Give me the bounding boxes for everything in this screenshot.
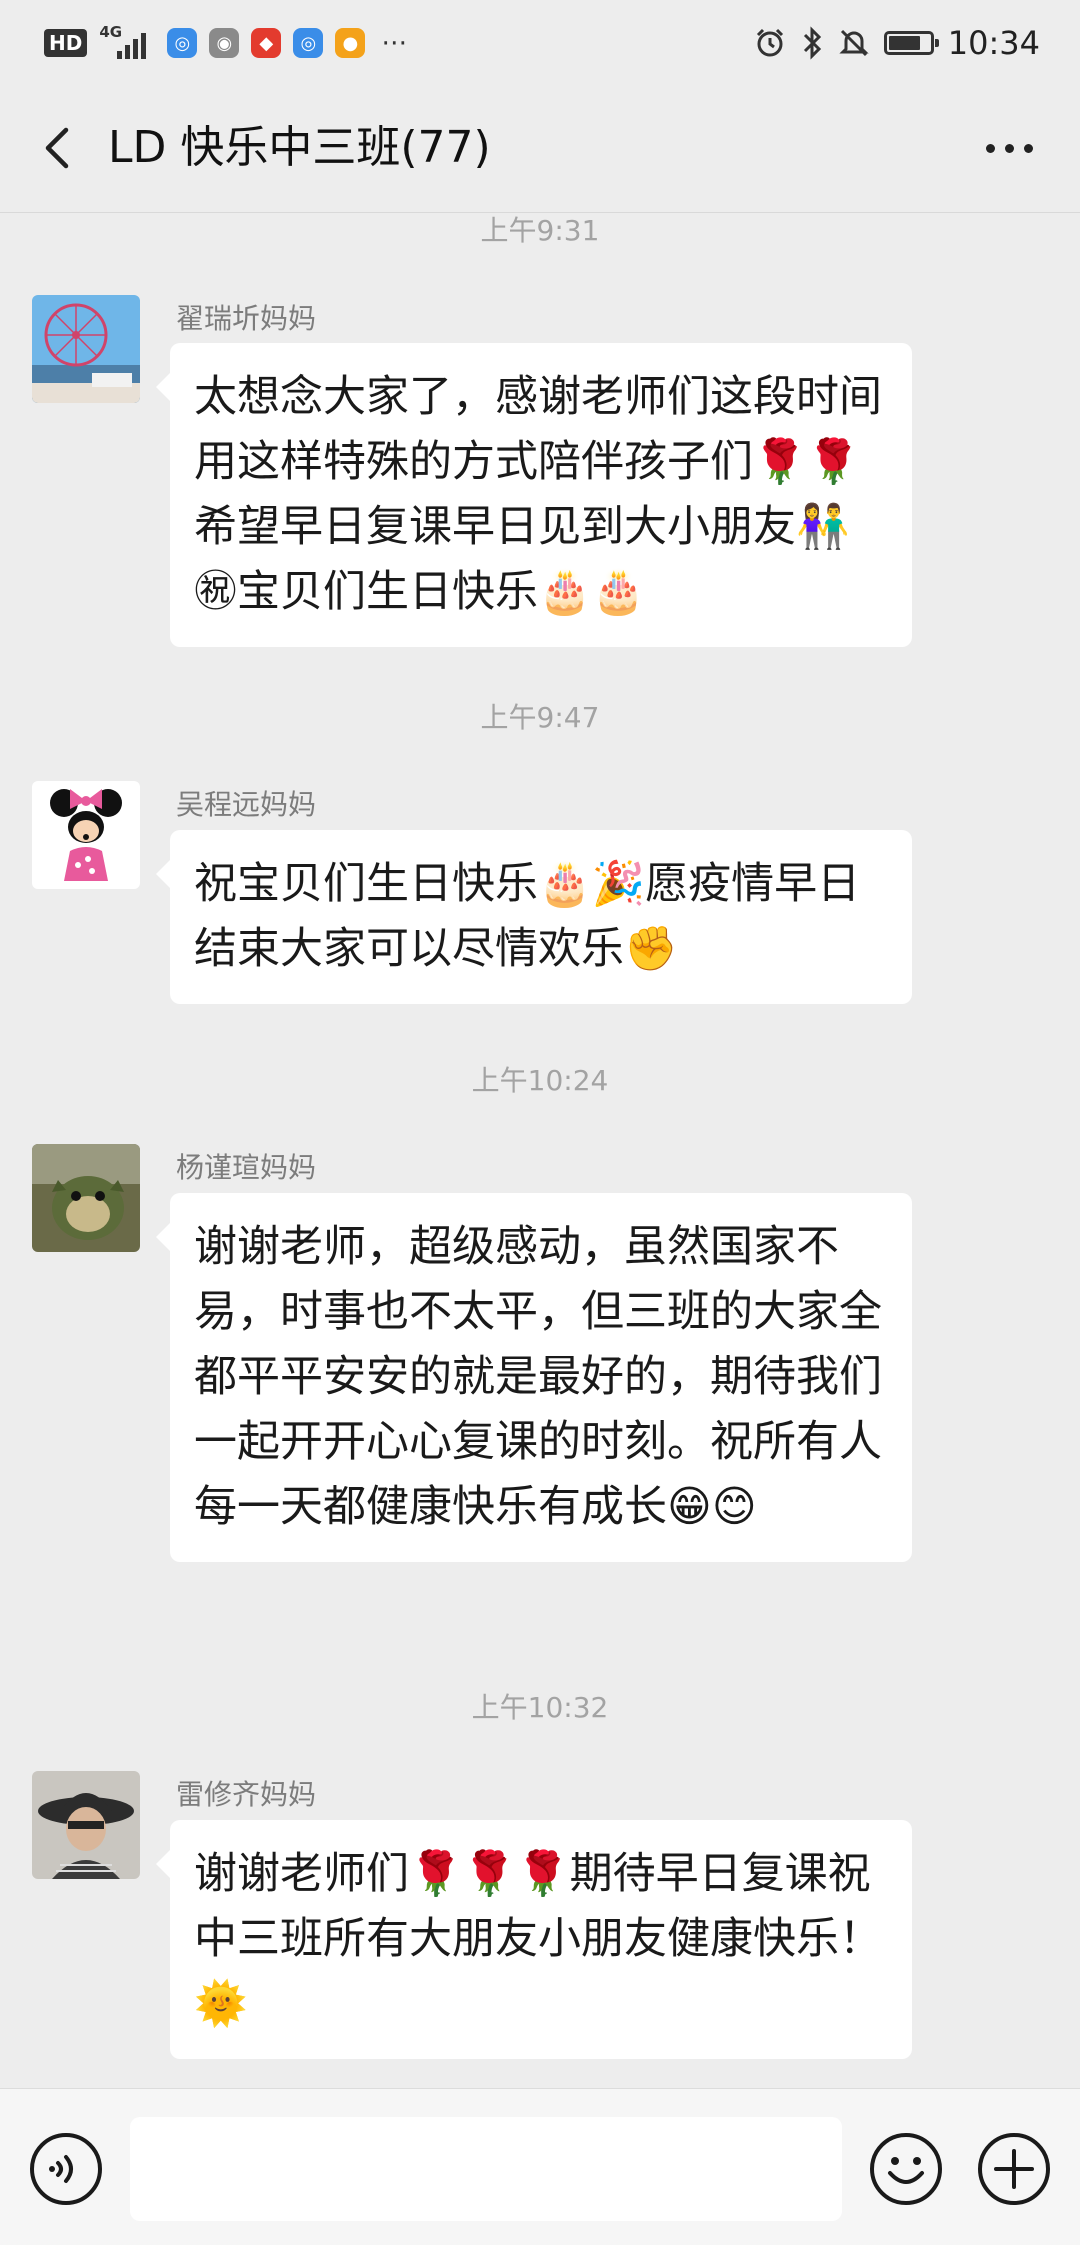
- more-dot: [1004, 143, 1014, 153]
- chat-title: LD 快乐中三班(77): [108, 122, 491, 173]
- timestamp: 上午10:24: [471, 1064, 609, 1097]
- plush-toy-avatar: [32, 1144, 140, 1252]
- plus-icon: [978, 2133, 1050, 2205]
- message-input[interactable]: [130, 2117, 842, 2221]
- browser-app-icon: ◎: [167, 28, 198, 58]
- browser-app-icon-2: ◎: [293, 28, 324, 58]
- mute-icon: [839, 29, 869, 57]
- alarm-icon: [756, 28, 783, 57]
- wechat-app-icon: ◉: [209, 28, 240, 58]
- sender-name: 雷修齐妈妈: [176, 1778, 317, 1811]
- signal-icon: 4G: [99, 23, 155, 63]
- timestamp: 上午9:31: [480, 214, 600, 247]
- more-dot: [985, 143, 995, 153]
- message-bubble[interactable]: 谢谢老师，超级感动，虽然国家不易，时事也不太平，但三班的大家全都平平安安的就是最…: [156, 1193, 912, 1562]
- avatar[interactable]: [32, 781, 140, 889]
- status-bar-left: HD 4G ◎ ◉ ◆ ◎ ● ⋯: [44, 22, 409, 64]
- avatar[interactable]: [32, 295, 140, 403]
- clock: 10:34: [947, 24, 1040, 62]
- message-bubble[interactable]: 太想念大家了，感谢老师们这段时间用这样特殊的方式陪伴孩子们🌹🌹希望早日复课早日见…: [156, 343, 912, 647]
- woman-hat-avatar: [32, 1771, 140, 1879]
- avatar[interactable]: [32, 1771, 140, 1879]
- chevron-left-icon: [45, 127, 69, 169]
- input-bar: [0, 2088, 1080, 2245]
- bluetooth-icon: [803, 26, 821, 60]
- sender-name: 杨谨瑄妈妈: [176, 1151, 317, 1184]
- smiley-icon: [870, 2133, 942, 2205]
- chat-header: LD 快乐中三班(77): [0, 84, 1080, 213]
- minnie-mouse-avatar: [32, 781, 140, 889]
- sender-name: 吴程远妈妈: [176, 788, 317, 821]
- message-bubble[interactable]: 祝宝贝们生日快乐🎂🎉愿疫情早日结束大家可以尽情欢乐✊: [156, 830, 912, 1004]
- voice-icon: [30, 2133, 102, 2205]
- ferris-wheel-avatar: [32, 295, 140, 403]
- voice-input-button[interactable]: [28, 2131, 104, 2207]
- more-notifications-icon: ⋯: [381, 28, 410, 58]
- battery-icon: [883, 31, 939, 55]
- more-functions-button[interactable]: [976, 2131, 1052, 2207]
- timestamp: 上午10:32: [471, 1691, 609, 1724]
- more-dot: [1023, 143, 1033, 153]
- status-bar-right: 10:34: [754, 22, 1040, 64]
- weibo-app-icon: ●: [335, 28, 366, 58]
- message-list[interactable]: 上午9:31 翟瑞圻妈妈 太想念大家了，感谢老师们这段时间用这样特殊的方式陪伴孩…: [0, 213, 1080, 2088]
- more-options-button[interactable]: [964, 118, 1054, 178]
- back-button[interactable]: [30, 118, 90, 178]
- hd-badge: HD: [44, 29, 88, 57]
- status-bar: HD 4G ◎ ◉ ◆ ◎ ● ⋯ 10:34: [0, 0, 1080, 84]
- message-bubble[interactable]: 谢谢老师们🌹🌹🌹期待早日复课祝中三班所有大朋友小朋友健康快乐！🌞: [156, 1820, 912, 2059]
- timestamp: 上午9:47: [480, 701, 600, 734]
- sender-name: 翟瑞圻妈妈: [176, 302, 317, 335]
- emoji-button[interactable]: [868, 2131, 944, 2207]
- news-app-icon: ◆: [251, 28, 282, 58]
- avatar[interactable]: [32, 1144, 140, 1252]
